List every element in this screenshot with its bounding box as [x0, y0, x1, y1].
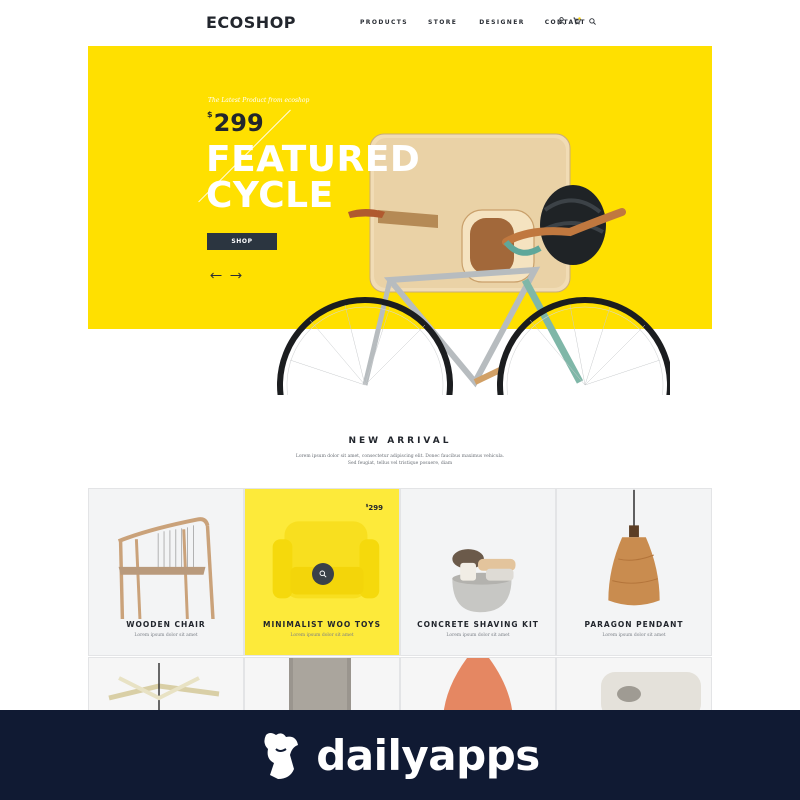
product-image-partial [601, 672, 701, 716]
product-card-partial[interactable] [556, 657, 712, 717]
armchair-image [272, 521, 380, 599]
hero-title: FEATURED CYCLE [206, 142, 420, 214]
product-card-minimalist-woo-toys[interactable]: $299 MINIMALIST WOO TOYS Lorem ipsum dol… [244, 488, 400, 656]
shop-button[interactable]: SHOP [207, 233, 277, 250]
section-description-line1: Lorem ipsum dolor sit amet, consectetur … [295, 454, 505, 459]
shaving-kit-image [452, 549, 516, 613]
hero-title-line2: CYCLE [206, 175, 334, 216]
product-name[interactable]: MINIMALIST WOO TOYS [245, 620, 399, 629]
arrow-right-icon[interactable] [230, 266, 242, 284]
nav-designer[interactable]: DESIGNER [479, 19, 525, 26]
nav-products[interactable]: PRODUCTS [360, 19, 408, 26]
section-description: Lorem ipsum dolor sit amet, consectetur … [290, 454, 510, 467]
header-icons [558, 17, 596, 25]
section-description-line2: Sed feugiat, tellus vel tristique posuer… [347, 460, 453, 466]
hero-label: The Latest Product from ecoshop [208, 97, 310, 104]
product-card-concrete-shaving-kit[interactable]: CONCRETE SHAVING KIT Lorem ipsum dolor s… [400, 488, 556, 656]
dailyapps-logo-icon [264, 733, 299, 779]
product-subtitle: Lorem ipsum dolor sit amet [290, 633, 354, 638]
user-icon[interactable] [558, 17, 565, 25]
product-name[interactable]: CONCRETE SHAVING KIT [401, 620, 555, 629]
pendant-lamp-image [608, 489, 660, 606]
hero-price: $299 [207, 109, 264, 137]
product-card-wooden-chair[interactable]: WOODEN CHAIR Lorem ipsum dolor sit amet [88, 488, 244, 656]
product-subtitle: Lorem ipsum dolor sit amet [602, 633, 666, 638]
nav-store[interactable]: STORE [428, 19, 457, 26]
product-subtitle: Lorem ipsum dolor sit amet [446, 633, 510, 638]
arrow-left-icon[interactable] [210, 266, 222, 284]
section-title: NEW ARRIVAL [348, 436, 452, 446]
site-logo[interactable]: ECOSHOP [206, 13, 296, 32]
product-image-partial [108, 663, 220, 716]
brand-name[interactable]: dailyapps [316, 731, 540, 780]
hero-price-value: 299 [213, 109, 264, 137]
product-grid: WOODEN CHAIR Lorem ipsum dolor sit amet … [88, 488, 712, 717]
main-nav: PRODUCTS STORE DESIGNER CONTACT [360, 19, 586, 26]
product-name[interactable]: PARAGON PENDANT [557, 620, 711, 629]
product-image-partial [443, 658, 513, 716]
product-card-partial[interactable] [88, 657, 244, 717]
hero-arrows [210, 266, 242, 284]
wooden-chair-image [117, 517, 215, 619]
product-image-partial [289, 658, 351, 716]
product-subtitle: Lorem ipsum dolor sit amet [134, 633, 198, 638]
search-icon[interactable] [589, 17, 596, 25]
product-card-partial[interactable] [244, 657, 400, 717]
cart-icon[interactable] [573, 17, 581, 25]
product-name[interactable]: WOODEN CHAIR [89, 620, 243, 629]
brand-footer-bar: dailyapps [0, 710, 800, 800]
search-icon [319, 570, 327, 578]
hero-price-currency: $ [207, 110, 213, 119]
quick-view-button[interactable] [312, 563, 334, 585]
product-card-paragon-pendant[interactable]: PARAGON PENDANT Lorem ipsum dolor sit am… [556, 488, 712, 656]
site-header: ECOSHOP PRODUCTS STORE DESIGNER CONTACT [0, 0, 800, 46]
product-card-partial[interactable] [400, 657, 556, 717]
hero-title-line1: FEATURED [206, 139, 421, 180]
